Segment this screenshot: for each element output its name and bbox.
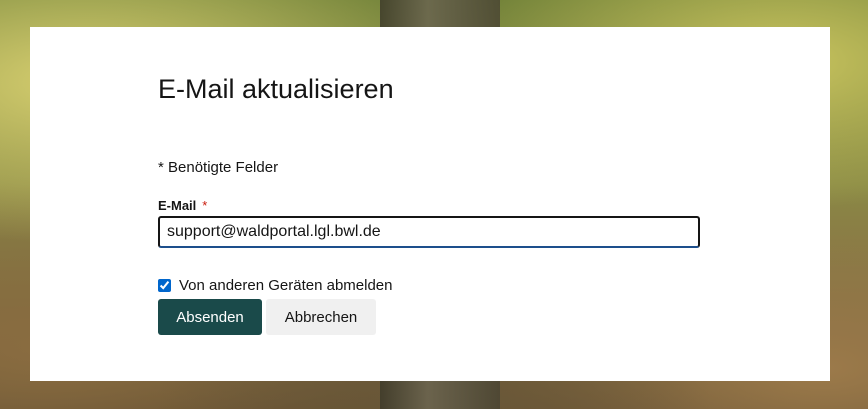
- page-title: E-Mail aktualisieren: [158, 74, 394, 104]
- email-label-text: E-Mail: [158, 198, 197, 213]
- required-fields-note: * Benötigte Felder: [158, 159, 279, 176]
- logout-other-devices-label[interactable]: Von anderen Geräten abmelden: [179, 277, 393, 294]
- cancel-button[interactable]: Abbrechen: [266, 299, 376, 335]
- email-field[interactable]: [158, 216, 700, 248]
- update-email-card: E-Mail aktualisieren * Benötigte Felder …: [30, 27, 830, 381]
- submit-button[interactable]: Absenden: [158, 299, 262, 335]
- required-marker: *: [202, 198, 208, 213]
- email-field-label: E-Mail *: [158, 198, 207, 213]
- logout-other-devices-row: Von anderen Geräten abmelden: [158, 277, 393, 294]
- logout-other-devices-checkbox[interactable]: [158, 279, 171, 292]
